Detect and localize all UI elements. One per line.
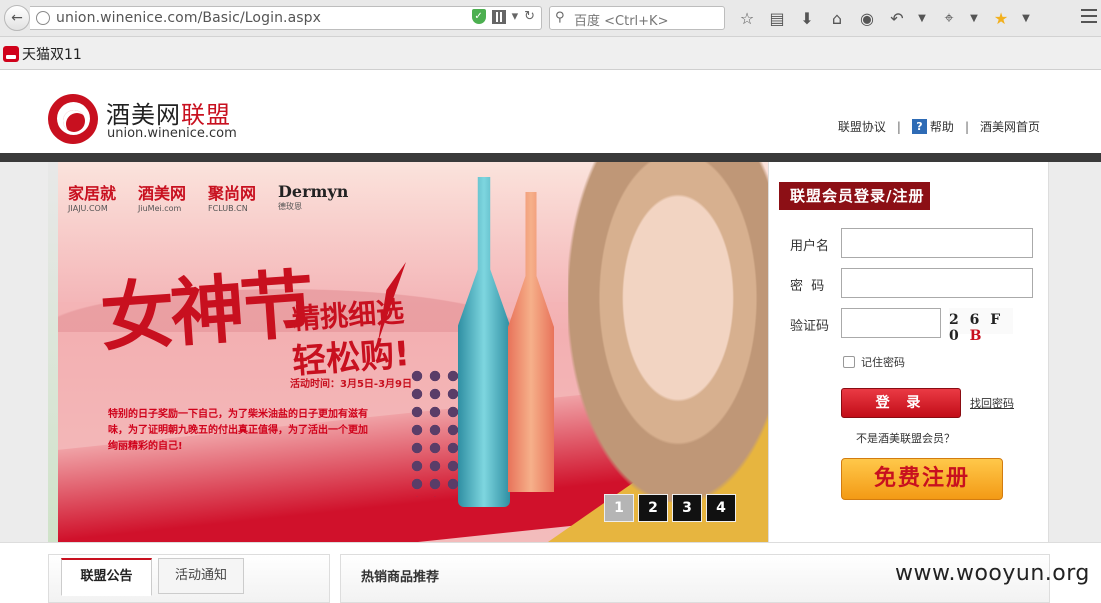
header-divider <box>0 153 1101 162</box>
globe-icon <box>36 11 50 25</box>
hot-products-title: 热销商品推荐 <box>361 570 440 585</box>
event-time: 活动时间：3月5日-3月9日 <box>290 379 412 390</box>
help-link[interactable]: 帮助 <box>930 118 954 135</box>
search-input[interactable]: ⚲ 百度 <Ctrl+K> <box>549 6 725 30</box>
register-button[interactable]: 免费注册 <box>841 458 1003 500</box>
undo-icon[interactable]: ↶ <box>886 7 908 29</box>
star-icon[interactable]: ☆ <box>736 7 758 29</box>
bookmark-item[interactable]: 天猫双11 <box>3 44 82 64</box>
menu-icon[interactable] <box>1081 9 1097 23</box>
login-button[interactable]: 登 录 <box>841 388 961 418</box>
captcha-label: 验证码 <box>790 319 830 334</box>
url-text[interactable]: union.winenice.com/Basic/Login.aspx <box>56 10 321 26</box>
login-title: 联盟会员登录/注册 <box>769 182 931 210</box>
model-image <box>568 162 768 502</box>
username-label: 用户名 <box>790 239 830 254</box>
logo-title[interactable]: 酒美网联盟 <box>106 95 231 130</box>
site-header: 酒美网联盟 union.winenice.com 联盟协议 | ? 帮助 | 酒… <box>0 71 1101 153</box>
pager-button[interactable]: 3 <box>672 494 702 522</box>
login-panel: 联盟会员登录/注册 用户名 密 码 验证码 2 6 F 0 B 记住密码 登 录… <box>768 162 1049 542</box>
banner-pager: 1 2 3 4 <box>604 494 736 522</box>
captcha-image[interactable]: 2 6 F 0 B <box>949 308 1013 344</box>
dropdown-arrow-icon[interactable]: ▼ <box>916 7 928 29</box>
not-member-text: 不是酒美联盟会员？ <box>856 432 955 445</box>
brand-logos: 家居就 JIAJU.COM 酒美网 JiuMei.com 聚尚网 FCLUB.CN D… <box>68 180 349 214</box>
bookmark-label: 天猫双11 <box>22 47 82 63</box>
reload-icon[interactable]: ↻ <box>524 9 535 24</box>
promo-text: 特别的日子奖励一下自己，为了柴米油盐的日子更加有滋有味，为了证明朝九晚五的付出真… <box>108 409 368 452</box>
separator: | <box>896 119 901 134</box>
watermark: www.wooyun.org <box>895 561 1090 586</box>
chat-icon[interactable]: ◉ <box>856 7 878 29</box>
brand-logo: 酒美网 JiuMei.com <box>138 184 187 213</box>
home-link[interactable]: 酒美网首页 <box>980 118 1040 135</box>
username-input[interactable] <box>841 228 1033 258</box>
dropdown-arrow-icon[interactable]: ▼ <box>1020 7 1032 29</box>
brand-logo: 家居就 JIAJU.COM <box>68 184 117 213</box>
search-icon: ⚲ <box>555 10 565 25</box>
banner-headline: 女神节 <box>97 261 314 363</box>
pager-button[interactable]: 1 <box>604 494 634 522</box>
shield-icon[interactable]: ✓ <box>471 9 486 24</box>
back-icon[interactable]: ← <box>4 5 30 31</box>
tab-announcements[interactable]: 联盟公告 <box>61 558 152 596</box>
dropdown-arrow-icon[interactable]: ▾ <box>512 9 519 24</box>
pager-button[interactable]: 4 <box>706 494 736 522</box>
remember-password[interactable]: 记住密码 <box>843 354 905 370</box>
promo-banner[interactable]: 家居就 JIAJU.COM 酒美网 JiuMei.com 聚尚网 FCLUB.CN D… <box>48 162 768 542</box>
url-bar[interactable]: union.winenice.com/Basic/Login.aspx ✓ ▾ … <box>30 6 542 30</box>
logo-url: union.winenice.com <box>107 126 237 141</box>
password-label: 密 码 <box>790 279 825 294</box>
captcha-input[interactable] <box>841 308 941 338</box>
banner-edge <box>48 162 58 542</box>
pager-button[interactable]: 2 <box>638 494 668 522</box>
tmall-icon <box>3 46 19 62</box>
home-icon[interactable]: ⌂ <box>826 7 848 29</box>
logo-icon[interactable] <box>48 94 98 144</box>
remember-checkbox[interactable] <box>843 356 855 368</box>
help-icon[interactable]: ? <box>911 119 927 134</box>
extension-icon[interactable]: ★ <box>990 7 1012 29</box>
agreement-link[interactable]: 联盟协议 <box>838 118 886 135</box>
brand-logo: Dermyn 德玫恩 <box>278 181 349 211</box>
tab-activities[interactable]: 活动通知 <box>158 558 244 594</box>
remember-label: 记住密码 <box>861 356 905 369</box>
forgot-password-link[interactable]: 找回密码 <box>970 395 1014 411</box>
crop-icon[interactable]: ⌖ <box>938 7 960 29</box>
bookmarks-bar: 天猫双11 <box>0 37 1101 70</box>
password-input[interactable] <box>841 268 1033 298</box>
dropdown-arrow-icon[interactable]: ▼ <box>968 7 980 29</box>
qr-code-icon[interactable] <box>491 9 506 24</box>
browser-toolbar: ← union.winenice.com/Basic/Login.aspx ✓ … <box>0 0 1101 37</box>
search-placeholder: 百度 <Ctrl+K> <box>574 14 669 29</box>
reading-list-icon[interactable]: ▤ <box>766 7 788 29</box>
brand-logo: 聚尚网 FCLUB.CN <box>208 184 257 213</box>
top-links: 联盟协议 | ? 帮助 | 酒美网首页 <box>838 118 1040 135</box>
separator: | <box>964 119 969 134</box>
download-icon[interactable]: ⬇ <box>796 7 818 29</box>
